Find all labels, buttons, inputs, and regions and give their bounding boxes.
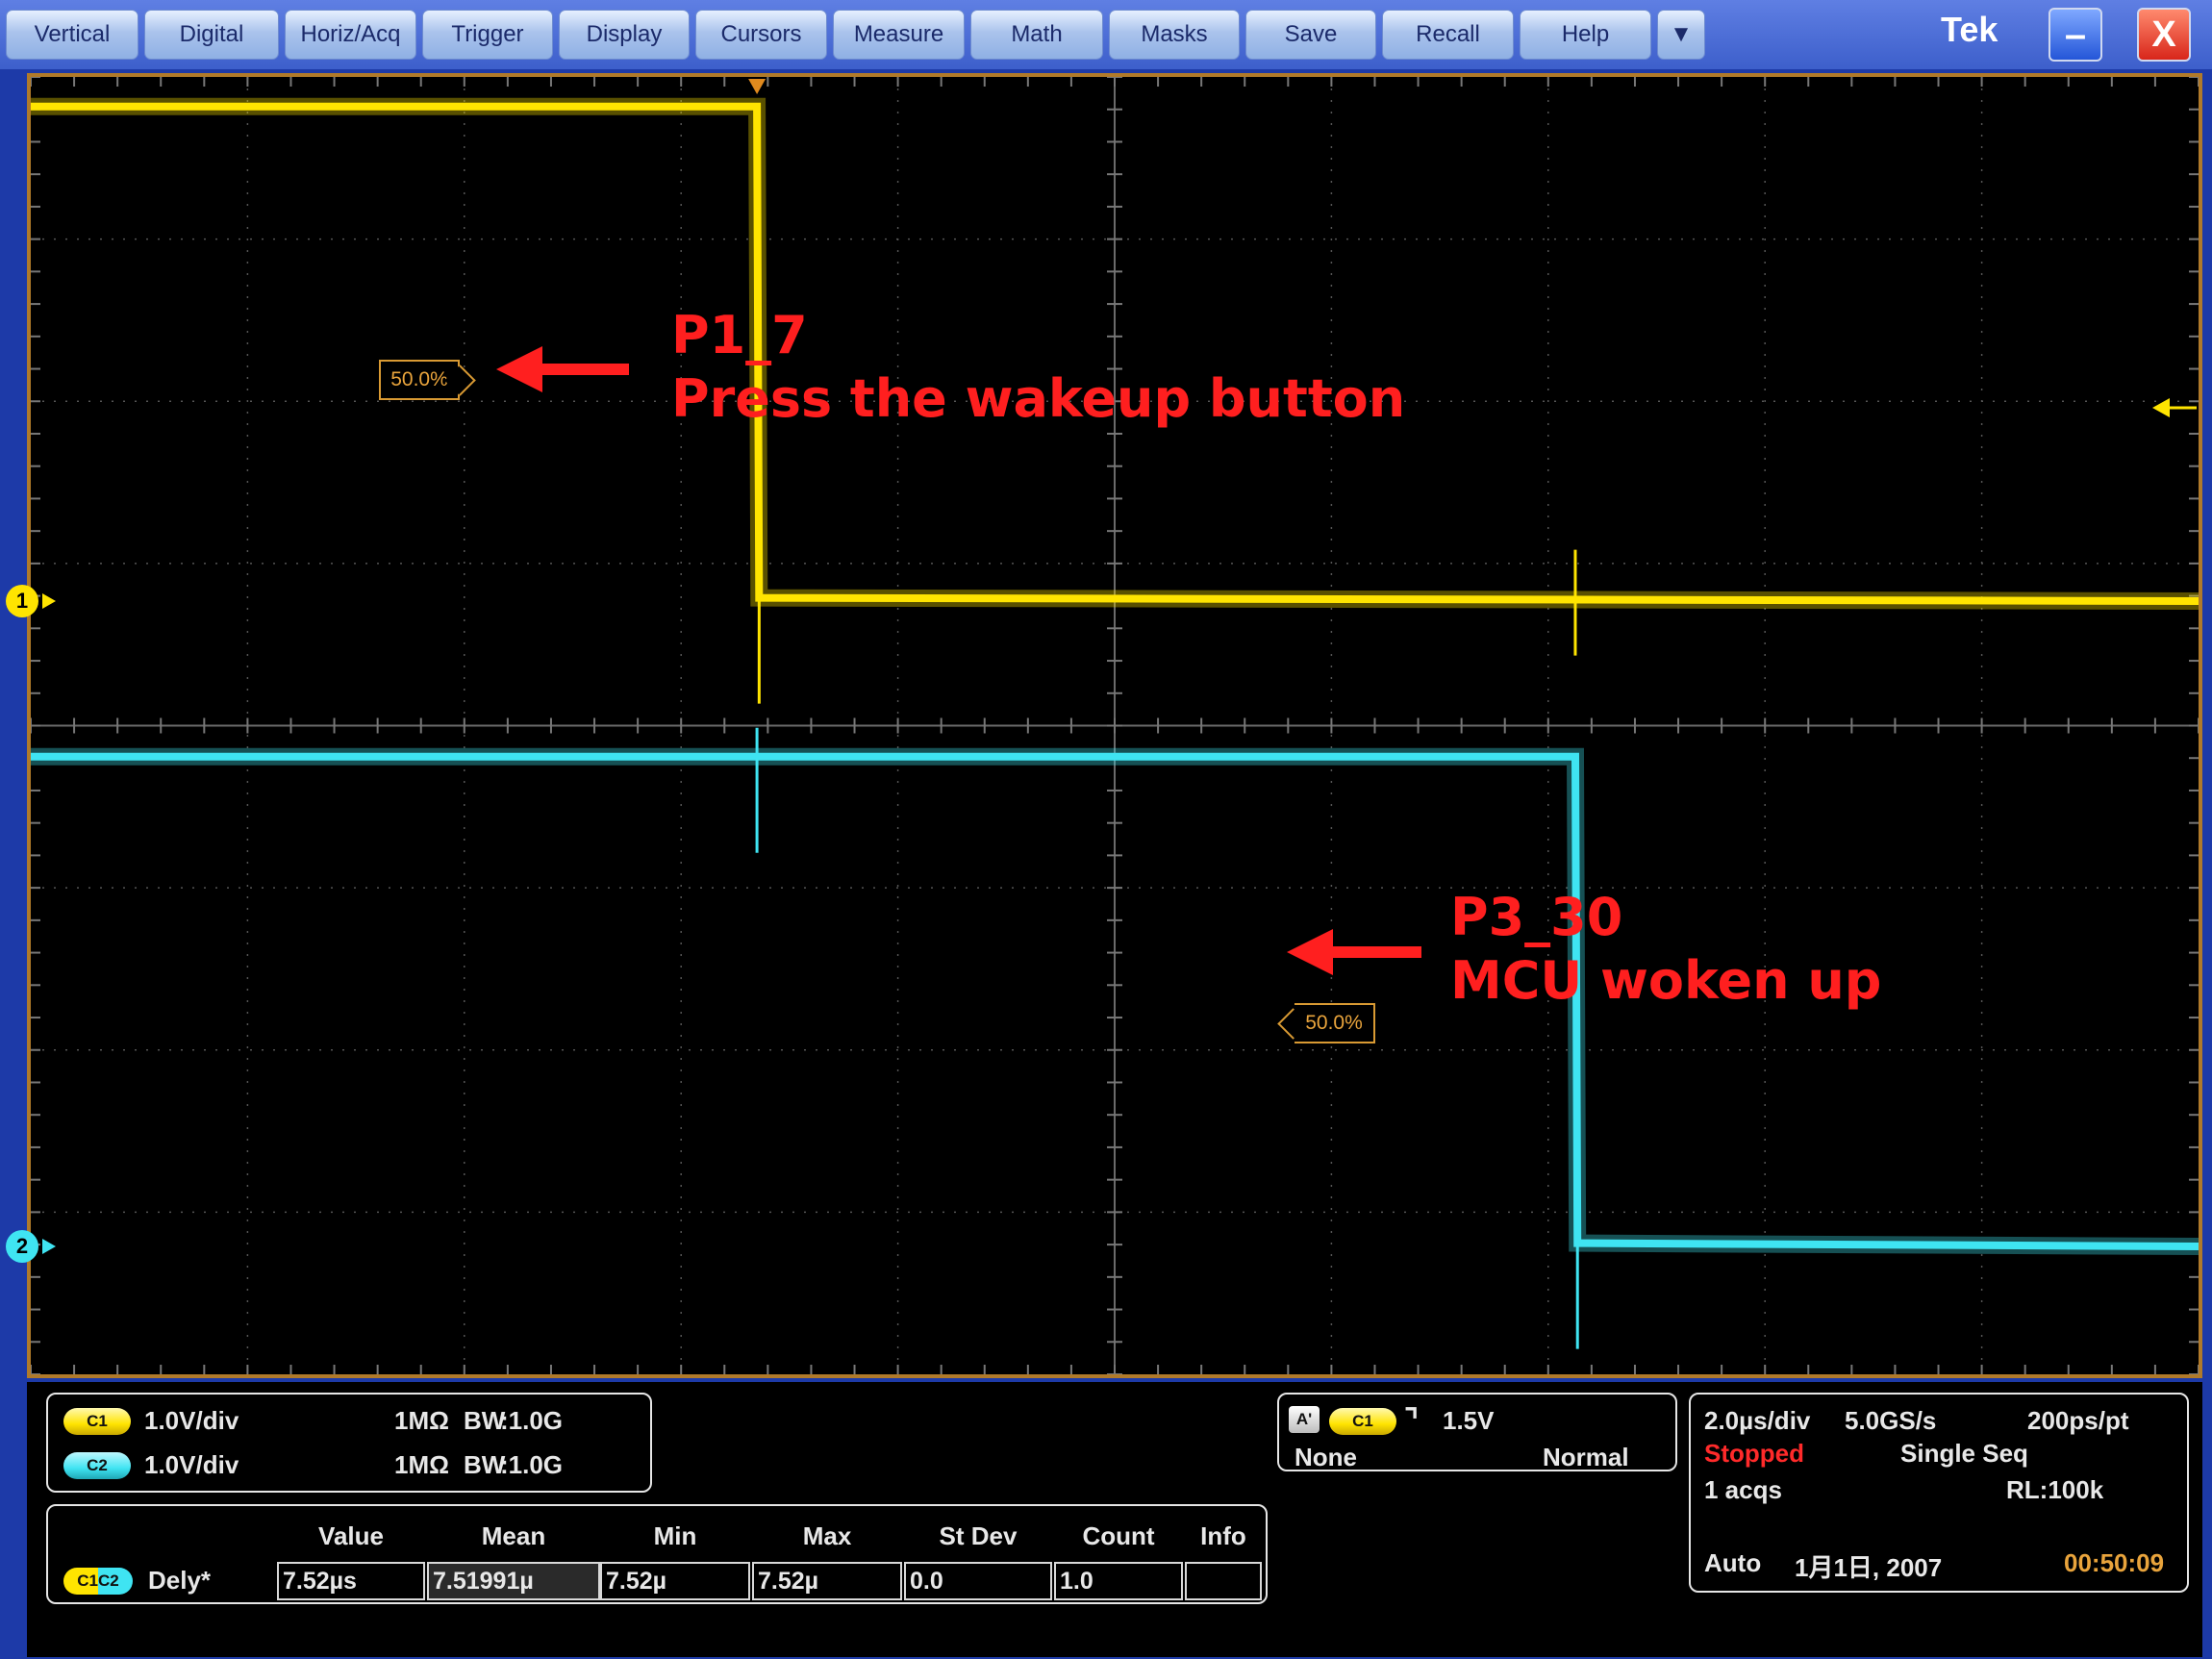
minimize-button[interactable]: –	[2049, 8, 2102, 62]
menu-math-button[interactable]: Math	[970, 10, 1103, 60]
ch1-badge[interactable]: C1	[63, 1408, 131, 1435]
trigger-type: Normal	[1543, 1443, 1629, 1471]
menu-vertical-button[interactable]: Vertical	[6, 10, 138, 60]
measurement-cell-min: 7.52µ	[600, 1562, 750, 1600]
ch1-scale: 1.0V/div	[144, 1406, 239, 1435]
ch1-ground-marker[interactable]: 1	[6, 585, 56, 617]
caret-down-icon: ▼	[1670, 21, 1693, 47]
measurement-name: Dely*	[148, 1566, 212, 1595]
menu-help-button[interactable]: Help	[1520, 10, 1651, 60]
menu-horiz-acq-button[interactable]: Horiz/Acq	[285, 10, 416, 60]
menu-measure-button[interactable]: Measure	[833, 10, 965, 60]
trigger-mode-badge: A'	[1289, 1406, 1320, 1433]
menu-digital-button[interactable]: Digital	[144, 10, 279, 60]
measurement-cell-info	[1185, 1562, 1262, 1600]
measurement-header-value: Value	[318, 1521, 384, 1550]
waveform-plot	[31, 77, 2199, 1374]
measurement-cell-value: 7.52µs	[277, 1562, 425, 1600]
ch2-badge[interactable]: C2	[63, 1452, 131, 1479]
acquisition-state: Stopped	[1704, 1439, 1804, 1468]
acquisition-mode: Single Seq	[1900, 1439, 2028, 1468]
ch2-impedance: 1MΩ	[394, 1450, 449, 1479]
measurement-header-min: Min	[653, 1521, 697, 1550]
ch2-annotation-title: P3_30	[1450, 887, 1623, 947]
trigger-source-badge: C1	[1329, 1408, 1396, 1435]
minimize-icon: –	[2064, 13, 2087, 56]
trigger-auto-mode: Auto	[1704, 1548, 1762, 1577]
measurement-header-count: Count	[1082, 1521, 1155, 1550]
menu-display-button[interactable]: Display	[559, 10, 690, 60]
time-resolution: 200ps/pt	[2027, 1406, 2129, 1435]
acquisition-count: 1 acqs	[1704, 1475, 1782, 1504]
tek-brand: Tek	[1941, 10, 1998, 49]
ch1-annotation-title: P1_7	[671, 305, 808, 365]
menu-cursors-button[interactable]: Cursors	[695, 10, 827, 60]
ch1-trigger-level-flag: 50.0%	[379, 360, 460, 400]
ch2-bandwidth-label: BW	[464, 1450, 506, 1479]
ch1-bandwidth-label: BW	[464, 1406, 506, 1435]
falling-edge-icon: ⌝	[1404, 1403, 1419, 1438]
ch1-impedance: 1MΩ	[394, 1406, 449, 1435]
measurement-header-st-dev: St Dev	[939, 1521, 1018, 1550]
trigger-coupling: None	[1295, 1443, 1357, 1471]
ch2-annotation-desc: MCU woken up	[1450, 950, 1882, 1011]
menu-masks-button[interactable]: Masks	[1109, 10, 1240, 60]
measurement-header-mean: Mean	[481, 1521, 546, 1550]
menu-recall-button[interactable]: Recall	[1382, 10, 1514, 60]
graticule	[31, 77, 2199, 1374]
measurement-cell-count: 1.0	[1054, 1562, 1183, 1600]
ch1-bandwidth: :1.0G	[500, 1406, 564, 1435]
trigger-position-marker	[748, 79, 767, 94]
clock-display: 00:50:09	[2064, 1548, 2165, 1577]
trigger-level: 1.5V	[1443, 1406, 1495, 1435]
menu-save-button[interactable]: Save	[1245, 10, 1376, 60]
measurement-cell-st-dev: 0.0	[904, 1562, 1052, 1600]
measurement-cell-max: 7.52µ	[752, 1562, 902, 1600]
measurement-source-badge[interactable]: C1C2	[63, 1568, 133, 1595]
ch1-annotation-arrow-head	[496, 346, 542, 392]
menu-overflow-button[interactable]: ▼	[1657, 10, 1705, 60]
close-button[interactable]: X	[2137, 8, 2191, 62]
measurement-header-info: Info	[1200, 1521, 1246, 1550]
ch2-bandwidth: :1.0G	[500, 1450, 564, 1479]
ch2-trigger-level-flag: 50.0%	[1295, 1003, 1375, 1043]
measurement-header-max: Max	[802, 1521, 852, 1550]
ch2-ground-marker[interactable]: 2	[6, 1230, 56, 1263]
time-per-div: 2.0µs/div	[1704, 1406, 1811, 1435]
ch1-trigger-level: 50.0%	[390, 368, 448, 390]
ch1-annotation-desc: Press the wakeup button	[671, 368, 1406, 429]
ch2-annotation-arrow-head	[1287, 929, 1333, 975]
sample-rate: 5.0GS/s	[1845, 1406, 1937, 1435]
date-display: 1月1日, 2007	[1795, 1553, 1943, 1582]
record-length: RL:100k	[2006, 1475, 2104, 1504]
measurement-cell-mean: 7.51991µ	[427, 1562, 600, 1600]
ch2-trigger-level: 50.0%	[1305, 1012, 1363, 1034]
close-icon: X	[2151, 13, 2176, 55]
menu-trigger-button[interactable]: Trigger	[422, 10, 553, 60]
ch2-scale: 1.0V/div	[144, 1450, 239, 1479]
